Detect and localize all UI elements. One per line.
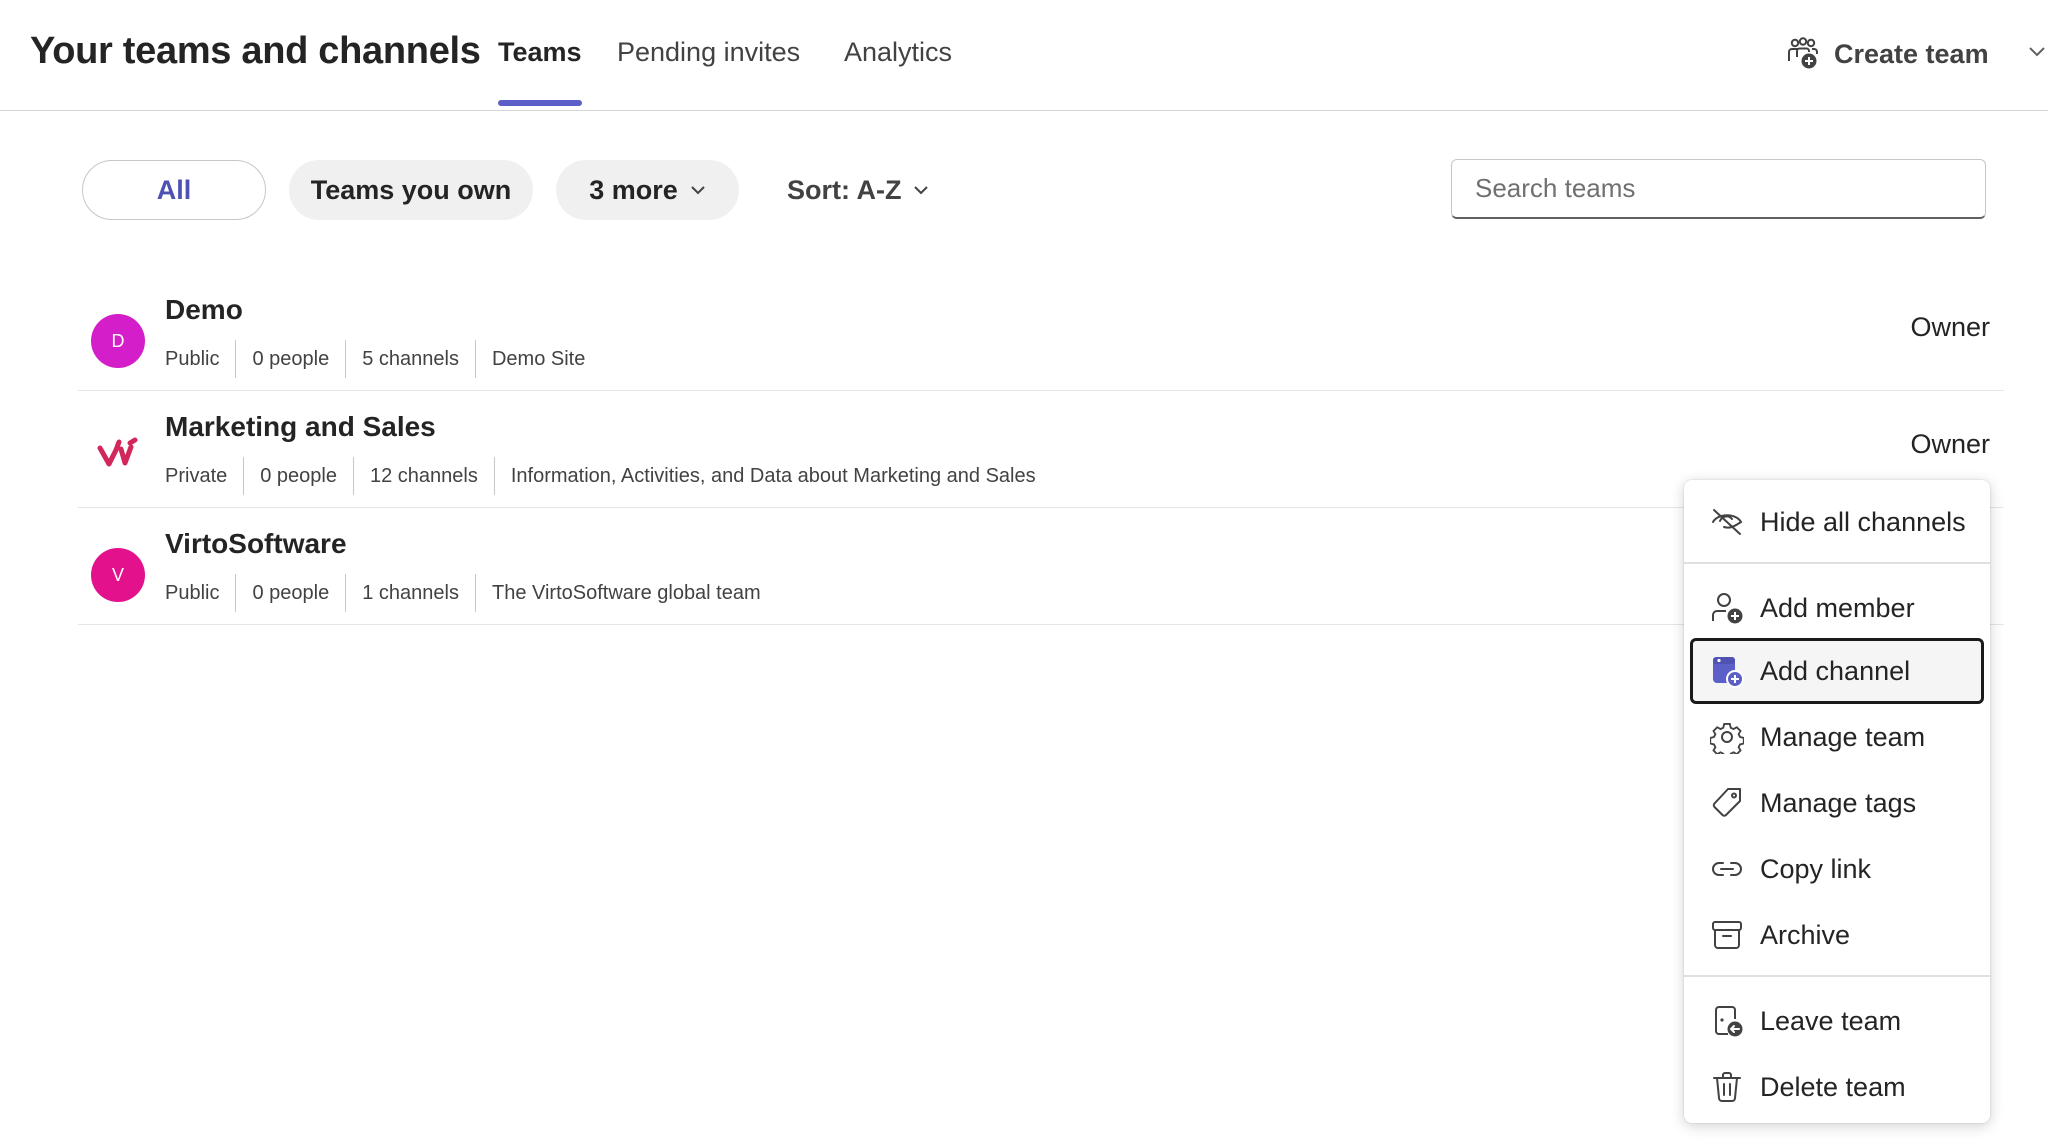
- menu-item-hide-all-channels[interactable]: Hide all channels: [1690, 489, 1984, 555]
- filter-teams-you-own-pill[interactable]: Teams you own: [289, 160, 533, 220]
- sort-dropdown[interactable]: Sort: A-Z: [787, 160, 929, 220]
- link-icon: [1710, 852, 1744, 886]
- team-description: Demo Site: [474, 340, 601, 378]
- menu-item-delete-team[interactable]: Delete team: [1690, 1054, 1984, 1120]
- menu-item-add-channel[interactable]: Add channel: [1690, 638, 1984, 704]
- team-role: Owner: [1910, 312, 1990, 342]
- team-role: Owner: [1910, 429, 1990, 459]
- team-name: Marketing and Sales: [165, 411, 436, 442]
- team-add-icon: [1786, 37, 1820, 71]
- create-team-label: Create team: [1834, 38, 1989, 69]
- team-people-count: 0 people: [235, 574, 345, 612]
- chevron-down-icon: [913, 184, 929, 196]
- menu-item-label: Archive: [1760, 919, 1851, 950]
- menu-divider: [1684, 975, 1990, 977]
- team-meta: Public 0 people 5 channels Demo Site: [165, 340, 601, 378]
- sort-label: Sort: A-Z: [787, 174, 902, 205]
- person-add-icon: [1710, 591, 1744, 625]
- header-bar: Your teams and channels Teams Pending in…: [0, 0, 2048, 111]
- team-privacy: Public: [165, 582, 220, 604]
- menu-item-label: Leave team: [1760, 1005, 1902, 1036]
- leave-icon: [1710, 1004, 1744, 1038]
- team-avatar: V: [91, 548, 145, 602]
- gear-icon: [1710, 720, 1744, 754]
- menu-item-leave-team[interactable]: Leave team: [1690, 988, 1984, 1054]
- team-privacy: Private: [165, 465, 228, 487]
- menu-item-label: Add channel: [1760, 655, 1911, 686]
- team-channel-count: 1 channels: [345, 574, 475, 612]
- menu-item-label: Manage team: [1760, 721, 1926, 752]
- team-meta: Private 0 people 12 channels Information…: [165, 457, 1052, 495]
- tab-analytics[interactable]: Analytics: [844, 37, 952, 68]
- menu-item-label: Hide all channels: [1760, 506, 1966, 537]
- search-teams-input[interactable]: [1451, 159, 1986, 219]
- menu-item-label: Add member: [1760, 592, 1915, 623]
- team-privacy: Public: [165, 348, 220, 370]
- tag-icon: [1710, 786, 1744, 820]
- menu-divider: [1684, 562, 1990, 564]
- menu-item-add-member[interactable]: Add member: [1690, 575, 1984, 641]
- filter-more-pill[interactable]: 3 more: [556, 160, 739, 220]
- active-tab-indicator: [498, 100, 582, 106]
- team-logo-icon: [97, 437, 139, 471]
- menu-item-label: Manage tags: [1760, 787, 1917, 818]
- menu-item-manage-team[interactable]: Manage team: [1690, 704, 1984, 770]
- tab-teams[interactable]: Teams: [498, 37, 582, 68]
- trash-icon: [1710, 1070, 1744, 1104]
- create-team-button[interactable]: Create team: [1786, 34, 1989, 74]
- menu-item-label: Copy link: [1760, 853, 1872, 884]
- menu-item-copy-link[interactable]: Copy link: [1690, 836, 1984, 902]
- team-row[interactable]: D Demo Public 0 people 5 channels Demo S…: [78, 274, 2004, 391]
- team-name: Demo: [165, 294, 243, 325]
- menu-item-label: Delete team: [1760, 1071, 1906, 1102]
- page-title: Your teams and channels: [30, 30, 481, 72]
- team-people-count: 0 people: [243, 457, 353, 495]
- team-meta: Public 0 people 1 channels The VirtoSoft…: [165, 574, 777, 612]
- eye-off-icon: [1710, 505, 1744, 539]
- team-channel-count: 5 channels: [345, 340, 475, 378]
- chevron-down-icon: [690, 184, 706, 196]
- chevron-down-icon[interactable]: [2028, 44, 2046, 58]
- team-context-menu: Hide all channels Add member Add channel: [1684, 480, 1990, 1123]
- team-channel-count: 12 channels: [353, 457, 494, 495]
- archive-icon: [1710, 918, 1744, 952]
- menu-item-manage-tags[interactable]: Manage tags: [1690, 770, 1984, 836]
- tab-pending-invites[interactable]: Pending invites: [617, 37, 800, 68]
- team-name: VirtoSoftware: [165, 528, 347, 559]
- channel-add-icon: [1710, 654, 1744, 688]
- team-description: Information, Activities, and Data about …: [493, 457, 1052, 495]
- menu-item-archive[interactable]: Archive: [1690, 902, 1984, 968]
- filter-all-pill[interactable]: All: [82, 160, 266, 220]
- team-avatar: D: [91, 314, 145, 368]
- filter-more-label: 3 more: [589, 174, 678, 205]
- team-description: The VirtoSoftware global team: [474, 574, 777, 612]
- team-people-count: 0 people: [235, 340, 345, 378]
